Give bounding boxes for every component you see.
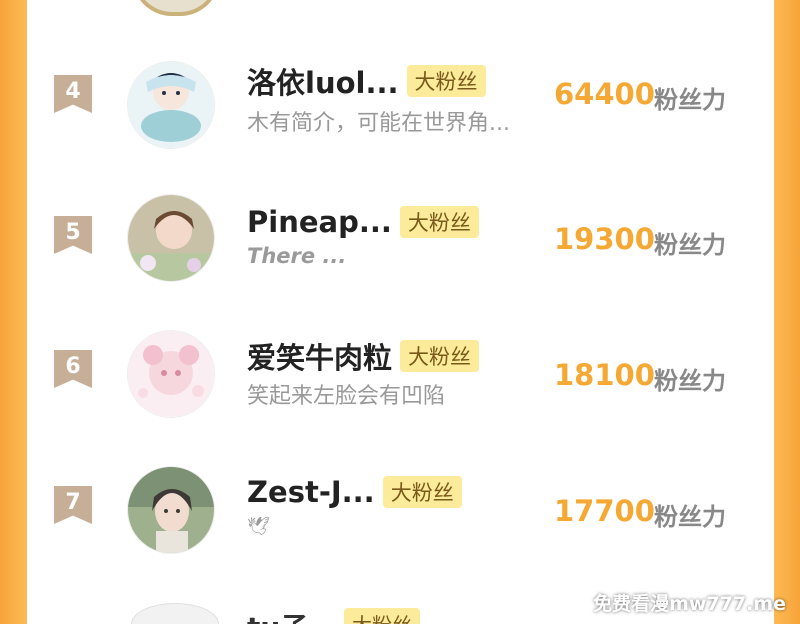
- avatar[interactable]: [127, 466, 215, 554]
- fan-level-badge: 大粉丝: [344, 608, 420, 624]
- user-name[interactable]: Zest-J...: [247, 475, 375, 509]
- fan-count-label: 粉丝力: [654, 367, 726, 395]
- fan-count: 17700: [554, 494, 655, 528]
- list-item[interactable]: 5 Pineap... 大粉丝 There ... 19300 粉丝力: [27, 194, 774, 304]
- dove-icon: 🕊: [247, 516, 270, 537]
- avatar[interactable]: [132, 0, 220, 16]
- fan-level-badge: 大粉丝: [400, 340, 480, 372]
- fan-ranking-panel: 4 洛依luol... 大粉丝 木有简介，可能在世界角... 64400 粉丝力…: [27, 0, 774, 624]
- user-name[interactable]: 洛依luol...: [247, 60, 399, 102]
- fan-level-badge: 大粉丝: [406, 65, 486, 97]
- list-item[interactable]: 4 洛依luol... 大粉丝 木有简介，可能在世界角... 64400 粉丝力: [27, 61, 774, 171]
- fan-count: 18100: [554, 358, 655, 392]
- list-item[interactable]: 7 Zest-J... 大粉丝 🕊 17700 粉丝力: [27, 466, 774, 576]
- fan-count-label: 粉丝力: [654, 503, 726, 531]
- fan-count: 19300: [554, 222, 655, 256]
- user-name[interactable]: tu子: [247, 606, 308, 624]
- user-bio: 笑起来左脸会有凹陷: [247, 384, 446, 409]
- avatar[interactable]: [127, 330, 215, 418]
- avatar-image: [128, 195, 214, 281]
- fan-count: 64400: [554, 77, 655, 111]
- avatar[interactable]: [127, 61, 215, 149]
- avatar[interactable]: [127, 194, 215, 282]
- list-item[interactable]: 6 爱笑牛肉粒 大粉丝 笑起来左脸会有凹陷 18100 粉丝力: [27, 330, 774, 440]
- avatar-image: [128, 62, 214, 148]
- fan-level-badge: 大粉丝: [382, 476, 462, 508]
- user-name[interactable]: Pineap...: [247, 205, 392, 239]
- rank-badge: 7: [54, 486, 92, 524]
- rank-badge: 6: [54, 350, 92, 388]
- fan-level-badge: 大粉丝: [399, 206, 479, 238]
- rank-badge: 5: [54, 216, 92, 254]
- avatar-image: [128, 331, 214, 417]
- user-name[interactable]: 爱笑牛肉粒: [247, 335, 392, 377]
- avatar[interactable]: [131, 603, 219, 624]
- fan-count-label: 粉丝力: [654, 86, 726, 114]
- avatar-image: [128, 467, 214, 553]
- user-bio: There ...: [247, 244, 347, 268]
- watermark-text: 免费看漫mw777.me: [593, 593, 786, 615]
- user-bio: 木有简介，可能在世界角...: [247, 111, 510, 136]
- rank-badge: 4: [54, 75, 92, 113]
- fan-count-label: 粉丝力: [654, 231, 726, 259]
